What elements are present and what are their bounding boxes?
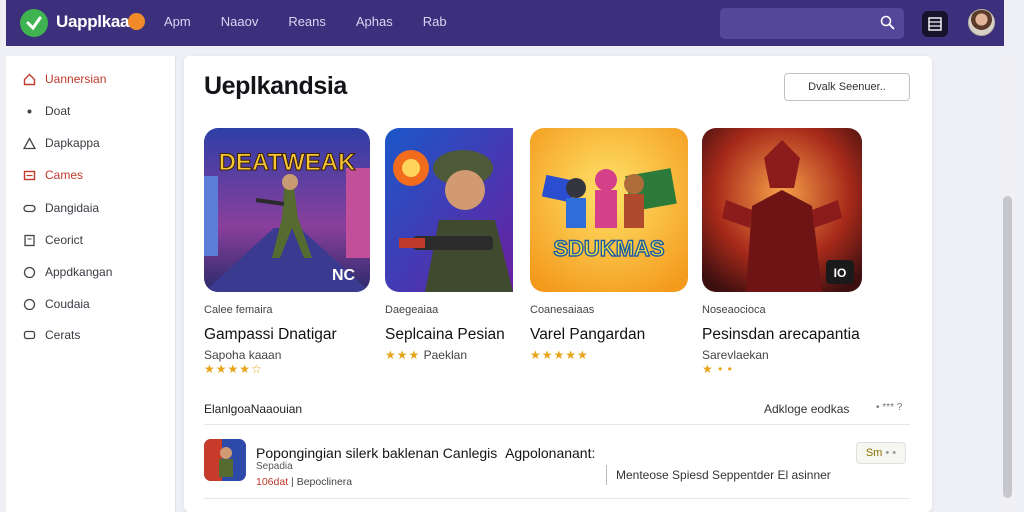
list-item-action-button[interactable]: Sm • • bbox=[856, 442, 906, 464]
app-developer: Paeklan bbox=[423, 348, 467, 362]
sidebar-item-dangidaia[interactable]: Dangidaia bbox=[22, 201, 99, 215]
sidebar-item-home[interactable]: Uannersian bbox=[22, 72, 106, 86]
logo-badge-icon bbox=[128, 13, 145, 30]
hero-artwork-icon: IO bbox=[702, 128, 862, 292]
nav-item[interactable]: Rab bbox=[423, 14, 447, 29]
avatar[interactable] bbox=[968, 9, 995, 36]
nav-item[interactable]: Naaov bbox=[221, 14, 259, 29]
book-icon bbox=[22, 233, 36, 247]
app-card[interactable]: Noseaocioca Pesinsdan arecapantia Sarevl… bbox=[702, 304, 872, 376]
star-rating-icon: ★★★ bbox=[385, 348, 421, 362]
sidebar-item-label: Doat bbox=[45, 104, 71, 118]
main-nav: Apm Naaov Reans Aphas Rab bbox=[164, 14, 477, 29]
app-name[interactable]: Varel Pangardan bbox=[530, 326, 700, 344]
view-all-button[interactable]: Dvalk Seenuer.. bbox=[784, 73, 910, 101]
section-link[interactable]: Adkloge eodkas bbox=[764, 402, 849, 416]
sidebar-item-label: Cames bbox=[45, 168, 84, 182]
section-more-icon[interactable]: • *** ? bbox=[876, 402, 902, 413]
more-icon: • • bbox=[885, 447, 897, 459]
sidebar-item-label: Ceorict bbox=[45, 233, 84, 247]
search-input[interactable] bbox=[720, 8, 904, 39]
nav-item[interactable]: Reans bbox=[288, 14, 326, 29]
nav-item[interactable]: Aphas bbox=[356, 14, 393, 29]
tile-badge: NC bbox=[332, 267, 356, 284]
triangle-icon bbox=[22, 136, 36, 150]
scrollbar-thumb[interactable] bbox=[1003, 196, 1012, 498]
star-rating-icon: ★★★★★ bbox=[530, 348, 589, 362]
search-icon[interactable] bbox=[880, 15, 895, 35]
app-tile-image[interactable]: DEATWEAK NC bbox=[204, 128, 370, 292]
app-card[interactable]: Coanesaiaas Varel Pangardan ★★★★★ bbox=[530, 304, 700, 362]
top-navigation-bar: Uapplkaa Apm Naaov Reans Aphas Rab bbox=[6, 0, 1004, 46]
list-item-title-text: Popongingian silerk baklenan Canlegis bbox=[256, 445, 498, 461]
sidebar-item-appdkangan[interactable]: Appdkangan bbox=[22, 265, 112, 279]
app-category: Calee femaira bbox=[204, 304, 273, 316]
list-item-meta: 106dat | Bepoclinera bbox=[256, 476, 353, 488]
list-item-thumbnail[interactable] bbox=[204, 439, 246, 481]
sidebar-item-label: Cerats bbox=[45, 328, 81, 342]
sidebar: Uannersian Doat Dapkappa Cames Dangidaia… bbox=[6, 56, 176, 512]
page-title: Ueplkandsia bbox=[204, 72, 347, 100]
list-item-count: 106dat bbox=[256, 476, 289, 488]
app-category: Noseaocioca bbox=[702, 304, 766, 316]
party-artwork-icon: SDUKMAS bbox=[530, 128, 688, 292]
nav-item[interactable]: Apm bbox=[164, 14, 191, 29]
tile-text: DEATWEAK bbox=[219, 149, 357, 176]
divider bbox=[606, 465, 607, 485]
game-thumbnail-icon bbox=[204, 439, 246, 481]
main-content-card: Ueplkandsia Dvalk Seenuer.. DEATWEAK NC bbox=[184, 56, 932, 512]
app-name[interactable]: Gampassi Dnatigar bbox=[204, 326, 374, 344]
app-card[interactable]: Calee femaira Gampassi Dnatigar Sapoha k… bbox=[204, 304, 374, 376]
app-name[interactable]: Pesinsdan arecapantia bbox=[702, 326, 872, 344]
sidebar-item-ceorict[interactable]: Ceorict bbox=[22, 233, 83, 247]
sidebar-item-label: Uannersian bbox=[45, 72, 107, 86]
list-item-developer: Bepoclinera bbox=[296, 476, 353, 488]
gamepad-icon bbox=[22, 201, 36, 215]
chat-icon bbox=[22, 328, 36, 342]
sidebar-item-label: Dangidaia bbox=[45, 201, 100, 215]
sidebar-item-label: Appdkangan bbox=[45, 265, 113, 279]
app-developer: Sapoha kaaan bbox=[204, 348, 282, 362]
sidebar-item-games[interactable]: Cames bbox=[22, 168, 83, 182]
game-artwork-icon: DEATWEAK NC bbox=[204, 128, 370, 292]
star-rating-icon: ★★★★☆ bbox=[204, 362, 263, 376]
dot-icon bbox=[22, 104, 36, 118]
app-rating-row: ★★★★★ bbox=[530, 348, 700, 362]
sidebar-item-label: Coudaia bbox=[45, 297, 90, 311]
circle-icon bbox=[22, 265, 36, 279]
list-item-title[interactable]: Popongingian silerk baklenan Canlegis Ag… bbox=[256, 445, 595, 461]
tile-badge: IO bbox=[834, 266, 847, 280]
sidebar-item-dapkappa[interactable]: Dapkappa bbox=[22, 136, 100, 150]
home-icon bbox=[22, 72, 36, 86]
tile-text: SDUKMAS bbox=[553, 236, 664, 261]
list-item-description: Menteose Spiesd Seppentder El asinner bbox=[616, 468, 831, 482]
app-title[interactable]: Uapplkaa bbox=[56, 12, 129, 32]
divider bbox=[204, 498, 910, 499]
button-label: Sm bbox=[865, 447, 883, 459]
app-logo-icon[interactable] bbox=[20, 9, 48, 37]
sidebar-item-label: Dapkappa bbox=[45, 136, 100, 150]
app-developer: Sarevlaekan bbox=[702, 348, 769, 362]
sidebar-item-cerats[interactable]: Cerats bbox=[22, 328, 80, 342]
app-category: Coanesaiaas bbox=[530, 304, 595, 316]
section-title: ElanlgoaNaaouian bbox=[204, 402, 303, 416]
games-icon bbox=[22, 168, 36, 182]
divider bbox=[204, 424, 910, 425]
list-item-title-extra: Agpolonanant: bbox=[505, 445, 596, 461]
app-tile-image[interactable]: IO bbox=[702, 128, 862, 292]
circle-icon bbox=[22, 297, 36, 311]
soldier-artwork-icon bbox=[385, 128, 513, 292]
sidebar-item-coudaia[interactable]: Coudaia bbox=[22, 297, 90, 311]
app-tile-image[interactable] bbox=[385, 128, 513, 292]
apps-grid-icon[interactable] bbox=[922, 11, 948, 37]
app-tile-image[interactable]: SDUKMAS bbox=[530, 128, 688, 292]
list-item-subtitle: Sepadia bbox=[256, 461, 293, 472]
star-rating-icon: ★ • • bbox=[702, 362, 733, 376]
sidebar-item-doat[interactable]: Doat bbox=[22, 104, 70, 118]
